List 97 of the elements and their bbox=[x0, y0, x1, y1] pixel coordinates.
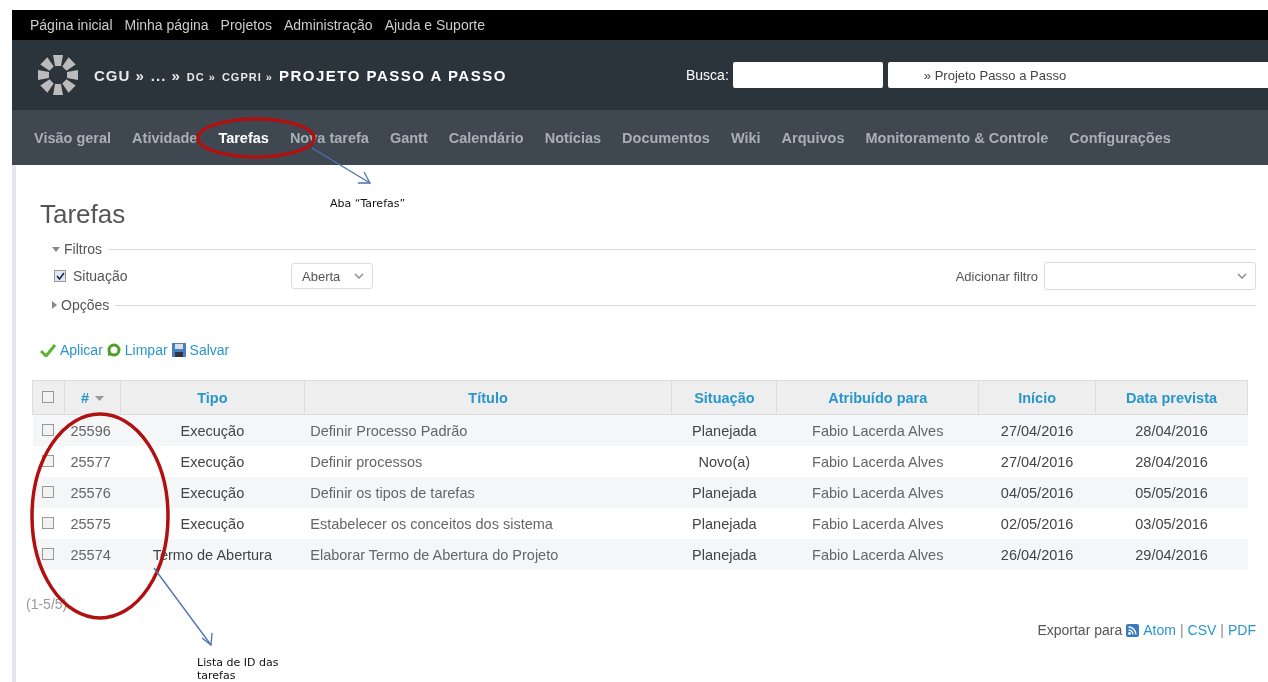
arrow bbox=[311, 147, 372, 184]
sort-down-icon bbox=[95, 396, 104, 402]
export-link[interactable]: PDF bbox=[1228, 622, 1256, 638]
table-cell: Definir os tipos de tarefas bbox=[310, 484, 475, 501]
table-cell: 28/04/2016 bbox=[1135, 453, 1208, 470]
table-cell: 25577 bbox=[70, 453, 111, 470]
breadcrumb-link[interactable]: CGPRI » bbox=[221, 70, 273, 83]
project-tab[interactable]: Calendário bbox=[448, 129, 524, 146]
table-cell: 05/05/2016 bbox=[1135, 484, 1208, 501]
table-cell: 27/04/2016 bbox=[1000, 453, 1074, 470]
options-legend[interactable]: Opções bbox=[61, 297, 110, 313]
page-title: Tarefas bbox=[40, 199, 126, 230]
column-header[interactable]: # bbox=[80, 389, 89, 406]
table-cell: 25574 bbox=[70, 546, 111, 563]
table-cell: Novo(a) bbox=[698, 453, 751, 470]
checkmark-icon bbox=[40, 343, 56, 357]
feed-icon bbox=[1126, 623, 1140, 637]
table-cell: Definir Processo Padrão bbox=[310, 422, 468, 439]
project-tab[interactable]: Wiki bbox=[730, 129, 761, 146]
breadcrumb-link[interactable]: CGU » bbox=[94, 66, 145, 84]
table-cell: 26/04/2016 bbox=[1000, 546, 1074, 563]
top-menu-link[interactable]: Página inicial bbox=[30, 17, 113, 33]
table-cell: Planejada bbox=[692, 515, 757, 532]
project-jump-box[interactable]: » Projeto Passo a Passo bbox=[887, 62, 1268, 88]
checkbox[interactable] bbox=[42, 390, 55, 403]
top-menu-link[interactable]: Projetos bbox=[220, 17, 272, 33]
table-cell: Execução bbox=[180, 484, 245, 501]
refresh-icon bbox=[106, 343, 121, 357]
chevron-down-icon bbox=[1237, 273, 1247, 279]
project-tab[interactable]: Tarefas bbox=[218, 129, 269, 146]
caret-right-icon[interactable] bbox=[52, 301, 57, 309]
filter-label: Situação bbox=[73, 268, 129, 284]
table-cell: Planejada bbox=[692, 422, 757, 439]
column-header[interactable]: Início bbox=[1018, 389, 1057, 406]
table-cell: 03/05/2016 bbox=[1135, 515, 1208, 532]
chevron-down-icon bbox=[354, 273, 365, 279]
separator: | bbox=[1220, 622, 1224, 638]
table-cell: Planejada bbox=[692, 484, 757, 501]
checkbox[interactable] bbox=[42, 547, 55, 560]
status-select[interactable]: Aberta bbox=[291, 263, 374, 289]
column-header[interactable]: Tipo bbox=[197, 389, 228, 406]
checkbox[interactable] bbox=[42, 485, 55, 498]
search-field[interactable] bbox=[732, 62, 883, 88]
table-cell: 02/05/2016 bbox=[1000, 515, 1074, 532]
project-tab[interactable]: Atividade bbox=[132, 129, 198, 146]
top-menu-link[interactable]: Minha página bbox=[124, 17, 209, 33]
table-cell: 28/04/2016 bbox=[1135, 422, 1208, 439]
annotation-text: Aba “Tarefas” bbox=[330, 197, 406, 210]
breadcrumb-link[interactable]: ... » bbox=[150, 66, 181, 84]
export-link[interactable]: CSV bbox=[1187, 622, 1217, 638]
project-tab[interactable]: Gantt bbox=[389, 129, 428, 146]
table-cell: 04/05/2016 bbox=[1000, 484, 1074, 501]
logo-icon bbox=[36, 53, 80, 97]
search-label: Busca: bbox=[686, 67, 729, 83]
table-cell: 29/04/2016 bbox=[1135, 546, 1208, 563]
annotation-text: Lista de ID das tarefas bbox=[197, 656, 280, 682]
table-cell: Fabio Lacerda Alves bbox=[812, 453, 944, 470]
pagination-count: (1-5/5) bbox=[26, 596, 69, 612]
project-tab[interactable]: Monitoramento & Controle bbox=[865, 129, 1049, 146]
filters-legend[interactable]: Filtros bbox=[64, 241, 103, 257]
project-title: PROJETO PASSO A PASSO bbox=[278, 66, 507, 84]
table-cell: Planejada bbox=[692, 546, 757, 563]
action-link[interactable]: Aplicar bbox=[60, 342, 103, 358]
table-cell: Elaborar Termo de Abertura do Projeto bbox=[310, 546, 559, 563]
table-cell: Fabio Lacerda Alves bbox=[812, 515, 944, 532]
project-tab[interactable]: Arquivos bbox=[781, 129, 845, 146]
column-header[interactable]: Título bbox=[468, 389, 508, 406]
project-tab[interactable]: Documentos bbox=[622, 129, 710, 146]
checkbox[interactable] bbox=[42, 516, 55, 529]
table-cell: Execução bbox=[180, 515, 245, 532]
checkbox[interactable] bbox=[54, 270, 66, 282]
top-menu-link[interactable]: Ajuda e Suporte bbox=[384, 17, 486, 33]
table-cell: 27/04/2016 bbox=[1000, 422, 1074, 439]
breadcrumb-link[interactable]: DC » bbox=[186, 70, 216, 83]
action-link[interactable]: Limpar bbox=[124, 342, 168, 358]
table-cell: Fabio Lacerda Alves bbox=[812, 484, 944, 501]
caret-down-icon[interactable] bbox=[52, 246, 60, 252]
separator: | bbox=[1179, 622, 1184, 638]
table-cell: 25596 bbox=[70, 422, 111, 439]
top-menu-link[interactable]: Administração bbox=[283, 17, 373, 33]
table-cell: Execução bbox=[180, 453, 245, 470]
table-cell: Estabelecer os conceitos dos sistema bbox=[310, 515, 553, 532]
checkbox[interactable] bbox=[42, 423, 55, 436]
export-link[interactable]: Atom bbox=[1143, 622, 1176, 638]
table-cell: Execução bbox=[180, 422, 245, 439]
project-tab[interactable]: Notícias bbox=[544, 129, 602, 146]
project-tab[interactable]: Configurações bbox=[1069, 129, 1171, 146]
table-cell: Fabio Lacerda Alves bbox=[812, 546, 944, 563]
export-label: Exportar para bbox=[1037, 622, 1123, 638]
project-tab[interactable]: Visão geral bbox=[34, 129, 112, 146]
add-filter-label: Adicionar filtro bbox=[955, 268, 1038, 284]
table-cell: Fabio Lacerda Alves bbox=[812, 422, 944, 439]
table-cell: 25575 bbox=[70, 515, 111, 532]
table-cell: Definir processos bbox=[310, 453, 423, 470]
action-link[interactable]: Salvar bbox=[189, 342, 230, 358]
table-cell: 25576 bbox=[70, 484, 111, 501]
add-filter-select[interactable] bbox=[1044, 262, 1256, 290]
